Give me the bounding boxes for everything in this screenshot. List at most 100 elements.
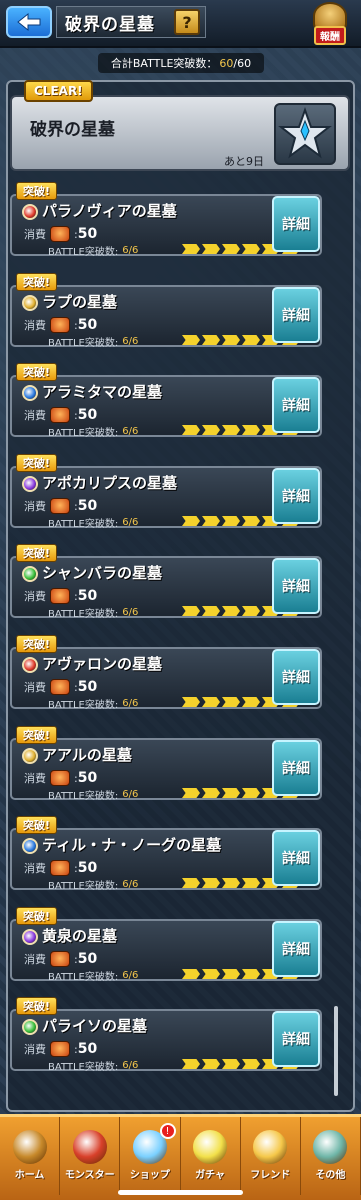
battle-progress: BATTLE突破数: 6/6 [48,787,138,802]
nav-item[interactable]: フレンド [241,1117,301,1195]
nav-label: フレンド [250,1170,291,1181]
breakthrough-badge: 突破! [16,635,58,653]
progress-label: BATTLE突破数: [48,791,119,802]
nav-item[interactable]: その他 [301,1117,361,1195]
nav-item[interactable]: ホーム [0,1117,61,1195]
progress-chevron-icon [242,697,260,707]
stamina-cost: 消費 : 50 [24,498,97,514]
progress-label: BATTLE突破数: [48,338,119,349]
total-battle-counter: 合計BATTLE突破数： 60 /60 [98,53,264,73]
detail-button[interactable]: 詳細 [272,740,320,796]
stage-row[interactable]: 突破! パライソの星墓 消費 : 50 BATTLE突破数: 6/6 詳細 [10,997,322,1075]
progress-chevron-icon [222,878,240,888]
help-button[interactable]: ? [174,9,200,35]
progress-chevron-icon [222,697,240,707]
progress-chevron-icon [182,425,200,435]
progress-chevron-icon [222,606,240,616]
stage-name: 黄泉の星墓 [42,927,118,945]
element-icon [22,566,38,582]
progress-label: BATTLE突破数: [48,1062,119,1073]
progress-chevron-icon [222,516,240,526]
detail-button[interactable]: 詳細 [272,649,320,705]
battle-progress: BATTLE突破数: 6/6 [48,515,138,530]
element-icon [22,929,38,945]
stamina-icon [50,588,70,604]
stamina-icon [50,407,70,423]
progress-value: 6/6 [122,607,139,618]
stage-row[interactable]: 突破! 黄泉の星墓 消費 : 50 BATTLE突破数: 6/6 詳細 [10,907,322,985]
element-icon [22,748,38,764]
stage-row[interactable]: 突破! パラノヴィアの星墓 消費 : 50 BATTLE突破数: 6/6 詳細 [10,182,322,260]
progress-chevron-icon [182,516,200,526]
detail-button[interactable]: 詳細 [272,468,320,524]
progress-chevron-icon [182,244,200,254]
detail-button[interactable]: 詳細 [272,196,320,252]
progress-label: BATTLE突破数: [48,428,119,439]
stamina-icon [50,770,70,786]
stage-row[interactable]: 突破! アラミタマの星墓 消費 : 50 BATTLE突破数: 6/6 詳細 [10,363,322,441]
home-indicator [118,1190,243,1195]
stage-name: アラミタマの星墓 [42,383,163,401]
element-icon [22,295,38,311]
nav-item[interactable]: ショップ ! [120,1117,181,1195]
stamina-cost: 消費 : 50 [24,1041,97,1057]
cost-label: 消費 [24,1043,46,1056]
progress-chevron-icon [222,425,240,435]
stage-row[interactable]: 突破! ラプの星墓 消費 : 50 BATTLE突破数: 6/6 詳細 [10,273,322,351]
cost-value: 50 [77,226,98,242]
nav-item[interactable]: ガチャ [181,1117,241,1195]
event-header-card[interactable]: 破界の星墓 あと9日 [10,95,350,171]
cost-label: 消費 [24,681,46,694]
battle-counter-label: 合計BATTLE突破数： [110,57,218,70]
progress-chevron-icon [242,516,260,526]
detail-button[interactable]: 詳細 [272,921,320,977]
stamina-cost: 消費 : 50 [24,317,97,333]
cost-value: 50 [77,770,98,786]
detail-button[interactable]: 詳細 [272,1011,320,1067]
battle-counter-current: 60 [219,56,234,70]
progress-chevron-icon [202,878,220,888]
nav-item[interactable]: モンスター [60,1117,121,1195]
stage-name: ラプの星墓 [42,293,118,311]
cost-value: 50 [77,317,98,333]
element-icon [22,1019,38,1035]
scrollbar[interactable] [334,1006,338,1096]
progress-label: BATTLE突破数: [48,700,119,711]
progress-chevron-icon [202,697,220,707]
element-icon [22,838,38,854]
monster-icon [72,1130,107,1164]
battle-progress: BATTLE突破数: 6/6 [48,968,138,983]
cost-value: 50 [77,588,98,604]
stage-row[interactable]: 突破! シャンバラの星墓 消費 : 50 BATTLE突破数: 6/6 詳細 [10,544,322,622]
progress-chevron-icon [182,606,200,616]
detail-button[interactable]: 詳細 [272,377,320,433]
detail-button[interactable]: 詳細 [272,558,320,614]
stamina-cost: 消費 : 50 [24,860,97,876]
progress-chevron-icon [242,969,260,979]
stage-row[interactable]: 突破! アポカリプスの星墓 消費 : 50 BATTLE突破数: 6/6 詳細 [10,454,322,532]
cost-value: 50 [77,1041,98,1057]
detail-button[interactable]: 詳細 [272,830,320,886]
progress-label: BATTLE突破数: [48,519,119,530]
star-emblem-icon [274,103,336,165]
detail-button[interactable]: 詳細 [272,287,320,343]
cost-label: 消費 [24,319,46,332]
progress-value: 6/6 [122,336,139,347]
stage-row[interactable]: 突破! アアルの星墓 消費 : 50 BATTLE突破数: 6/6 詳細 [10,726,322,804]
days-remaining: あと9日 [224,155,264,168]
battle-progress: BATTLE突破数: 6/6 [48,334,138,349]
stamina-icon [50,317,70,333]
battle-progress: BATTLE突破数: 6/6 [48,696,138,711]
progress-chevron-icon [242,335,260,345]
nav-label: ショップ [129,1170,170,1181]
battle-progress: BATTLE突破数: 6/6 [48,1058,138,1073]
stage-row[interactable]: 突破! アヴァロンの星墓 消費 : 50 BATTLE突破数: 6/6 詳細 [10,635,322,713]
stage-name: シャンバラの星墓 [42,564,163,582]
element-icon [22,476,38,492]
back-button[interactable] [6,6,52,38]
stage-name: パラノヴィアの星墓 [42,202,177,220]
progress-chevron-icon [182,697,200,707]
stage-row[interactable]: 突破! ティル・ナ・ノーグの星墓 消費 : 50 BATTLE突破数: 6/6 … [10,816,322,894]
battle-progress: BATTLE突破数: 6/6 [48,424,138,439]
reward-button[interactable]: 報酬 [306,2,354,46]
